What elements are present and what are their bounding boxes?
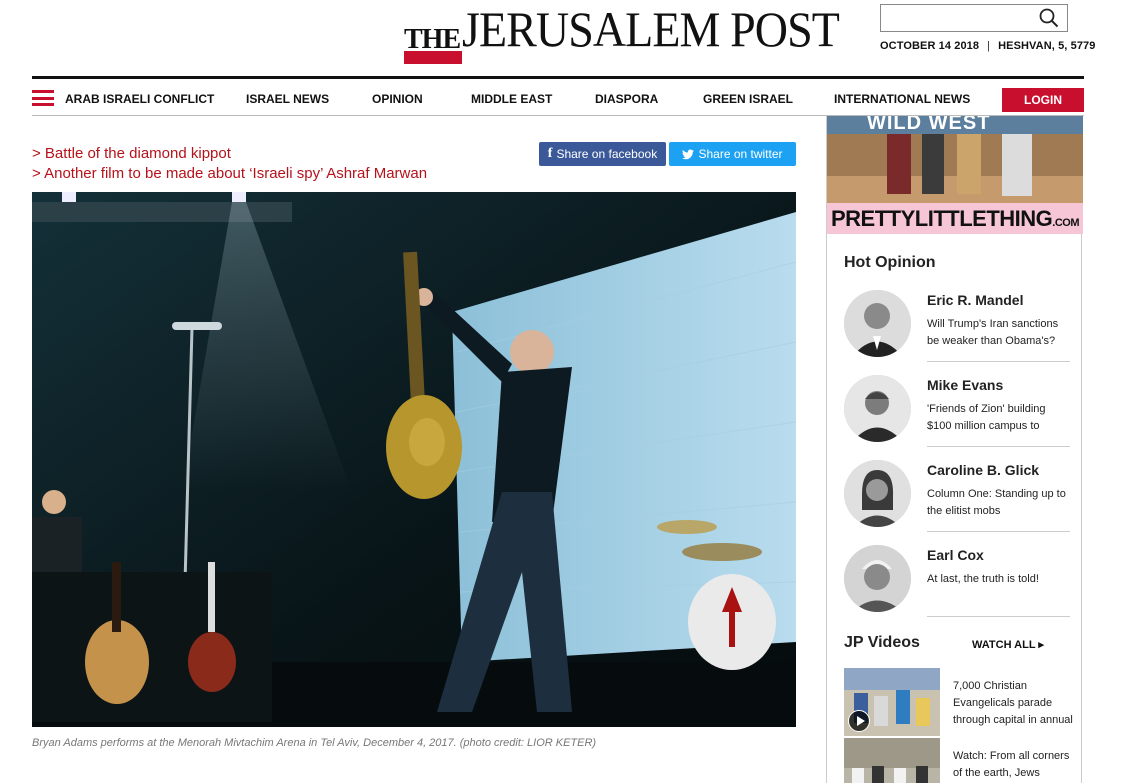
concert-photo-illustration [32, 192, 796, 727]
nav-item-israel-news[interactable]: ISRAEL NEWS [246, 92, 329, 106]
related-link-diamond-kippot[interactable]: > Battle of the diamond kippot [32, 144, 492, 164]
share-twitter-button[interactable]: Share on twitter [669, 142, 796, 166]
sidebar: WILD WEST PRETTYLITTLETHING .COM Hot Opin… [826, 116, 1083, 783]
article-photo [32, 192, 796, 727]
date-hebrew: HESHVAN, 5, 5779 [998, 40, 1096, 52]
date-separator: | [987, 40, 991, 52]
divider [927, 616, 1070, 617]
opinion-author[interactable]: Earl Cox [927, 547, 984, 563]
opinion-author[interactable]: Caroline B. Glick [927, 462, 1039, 478]
video-thumbnail[interactable] [844, 668, 940, 736]
search-icon[interactable] [1039, 8, 1059, 28]
related-link-ashraf-marwan[interactable]: > Another film to be made about ‘Israeli… [32, 164, 492, 184]
main-nav: ARAB ISRAELI CONFLICT ISRAEL NEWS OPINIO… [32, 88, 1084, 112]
video-item[interactable]: Watch: From all corners of the earth, Je… [844, 738, 1070, 783]
avatar [844, 290, 911, 357]
play-icon[interactable] [848, 710, 870, 732]
divider [927, 446, 1070, 447]
login-button[interactable]: LOGIN [1002, 88, 1084, 112]
nav-item-middle-east[interactable]: MIDDLE EAST [471, 92, 552, 106]
share-facebook-button[interactable]: f Share on facebook [539, 142, 666, 166]
nav-item-arab-israeli-conflict[interactable]: ARAB ISRAELI CONFLICT [65, 92, 214, 106]
nav-item-green-israel[interactable]: GREEN ISRAEL [703, 92, 793, 106]
ad-brand-suffix: .COM [1052, 216, 1079, 229]
ad-brand: PRETTYLITTLETHING .COM [827, 203, 1083, 234]
watch-all-link[interactable]: WATCH ALL ▸ [972, 638, 1044, 651]
opinion-headline[interactable]: 'Friends of Zion' building $100 million … [927, 401, 1070, 435]
video-title[interactable]: Watch: From all corners of the earth, Je… [953, 748, 1073, 782]
date-row: OCTOBER 14 2018 | HESHVAN, 5, 5779 [880, 40, 1095, 52]
video-item[interactable]: 7,000 Christian Evangelicals parade thro… [844, 668, 1073, 740]
avatar [844, 460, 911, 527]
opinion-item[interactable]: Earl Cox At last, the truth is told! [844, 545, 1070, 617]
photo-caption: Bryan Adams performs at the Menorah Mivt… [32, 737, 597, 749]
ad-banner-text: WILD WEST [867, 116, 991, 134]
jp-videos-title: JP Videos [844, 634, 920, 651]
date-gregorian: OCTOBER 14 2018 [880, 40, 980, 52]
share-facebook-label: Share on facebook [556, 147, 658, 161]
opinion-headline[interactable]: At last, the truth is told! [927, 571, 1070, 588]
opinion-author[interactable]: Mike Evans [927, 377, 1003, 393]
related-links: > Battle of the diamond kippot > Another… [32, 144, 492, 184]
video-title[interactable]: 7,000 Christian Evangelicals parade thro… [953, 678, 1073, 729]
avatar [844, 545, 911, 612]
advertisement-banner[interactable]: WILD WEST PRETTYLITTLETHING .COM [827, 116, 1083, 234]
opinion-item[interactable]: Eric R. Mandel Will Trump's Iran sanctio… [844, 290, 1070, 362]
video-thumbnail[interactable] [844, 738, 940, 783]
logo-the: THE [404, 24, 463, 64]
hot-opinion-title: Hot Opinion [844, 254, 936, 271]
twitter-icon [682, 149, 695, 159]
nav-item-international-news[interactable]: INTERNATIONAL NEWS [834, 92, 970, 106]
site-logo[interactable]: THE JERUSALEM POST [404, 1, 872, 64]
nav-item-opinion[interactable]: OPINION [372, 92, 423, 106]
divider [927, 531, 1070, 532]
logo-main: JERUSALEM POST [462, 1, 840, 57]
search-input[interactable] [880, 4, 1068, 32]
opinion-headline[interactable]: Column One: Standing up to the elitist m… [927, 486, 1070, 520]
opinion-author[interactable]: Eric R. Mandel [927, 292, 1023, 308]
share-twitter-label: Share on twitter [698, 147, 783, 161]
ad-brand-name: PRETTYLITTLETHING [831, 205, 1053, 231]
divider [927, 361, 1070, 362]
nav-top-divider [32, 76, 1084, 79]
menu-icon[interactable] [32, 90, 54, 106]
opinion-item[interactable]: Caroline B. Glick Column One: Standing u… [844, 460, 1070, 532]
nav-item-diaspora[interactable]: DIASPORA [595, 92, 658, 106]
avatar [844, 375, 911, 442]
opinion-item[interactable]: Mike Evans 'Friends of Zion' building $1… [844, 375, 1070, 447]
opinion-headline[interactable]: Will Trump's Iran sanctions be weaker th… [927, 316, 1070, 350]
facebook-icon: f [547, 146, 553, 161]
